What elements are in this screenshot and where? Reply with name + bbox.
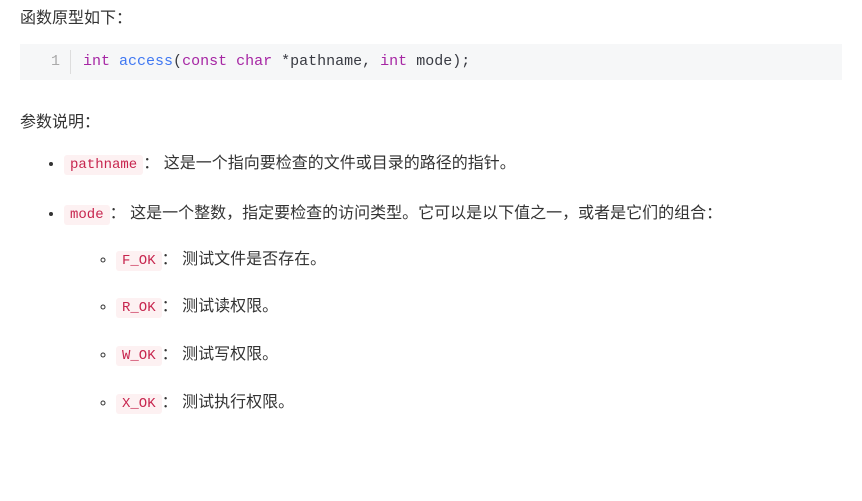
token-type: int — [83, 53, 110, 70]
list-item: F_OK： 测试文件是否存在。 — [116, 246, 842, 274]
separator: ： — [110, 205, 126, 222]
intro-text: 函数原型如下： — [20, 4, 842, 28]
list-item: W_OK： 测试写权限。 — [116, 341, 842, 369]
params-heading: 参数说明： — [20, 108, 842, 132]
separator: ： — [162, 346, 178, 363]
token-func: access — [119, 53, 173, 70]
token-punct: ( — [173, 53, 182, 70]
token-punct: , — [362, 53, 380, 70]
list-item: X_OK： 测试执行权限。 — [116, 389, 842, 417]
document-content: 函数原型如下： 1 int access(const char *pathnam… — [0, 0, 862, 449]
token-arg: pathname — [290, 53, 362, 70]
separator: ： — [162, 298, 178, 315]
token-punct: ) — [452, 53, 461, 70]
const-name: R_OK — [116, 298, 162, 318]
separator: ： — [162, 251, 178, 268]
list-item: R_OK： 测试读权限。 — [116, 293, 842, 321]
token-keyword: const — [182, 53, 227, 70]
token-star: * — [281, 53, 290, 70]
params-list: pathname： 这是一个指向要检查的文件或目录的路径的指针。 mode： 这… — [20, 150, 842, 417]
const-desc: 测试写权限。 — [182, 346, 278, 363]
const-desc: 测试文件是否存在。 — [182, 251, 326, 268]
const-name: W_OK — [116, 346, 162, 366]
const-desc: 测试读权限。 — [182, 298, 278, 315]
code-block: 1 int access(const char *pathname, int m… — [20, 44, 842, 80]
param-name: pathname — [64, 155, 143, 175]
param-desc: 这是一个整数，指定要检查的访问类型。它可以是以下值之一，或者是它们的组合： — [130, 205, 722, 222]
separator: ： — [162, 394, 178, 411]
separator: ： — [143, 155, 159, 172]
line-number: 1 — [20, 50, 71, 74]
token-keyword: char — [236, 53, 272, 70]
const-name: F_OK — [116, 251, 162, 271]
list-item: pathname： 这是一个指向要检查的文件或目录的路径的指针。 — [64, 150, 842, 178]
token-punct: ; — [461, 53, 470, 70]
list-item: mode： 这是一个整数，指定要检查的访问类型。它可以是以下值之一，或者是它们的… — [64, 200, 842, 417]
token-arg: mode — [416, 53, 452, 70]
const-desc: 测试执行权限。 — [182, 394, 294, 411]
param-desc: 这是一个指向要检查的文件或目录的路径的指针。 — [164, 155, 516, 172]
sub-list: F_OK： 测试文件是否存在。 R_OK： 测试读权限。 W_OK： 测试写权限… — [64, 246, 842, 417]
param-name: mode — [64, 205, 110, 225]
const-name: X_OK — [116, 394, 162, 414]
token-type: int — [380, 53, 407, 70]
code-line: int access(const char *pathname, int mod… — [83, 50, 470, 74]
